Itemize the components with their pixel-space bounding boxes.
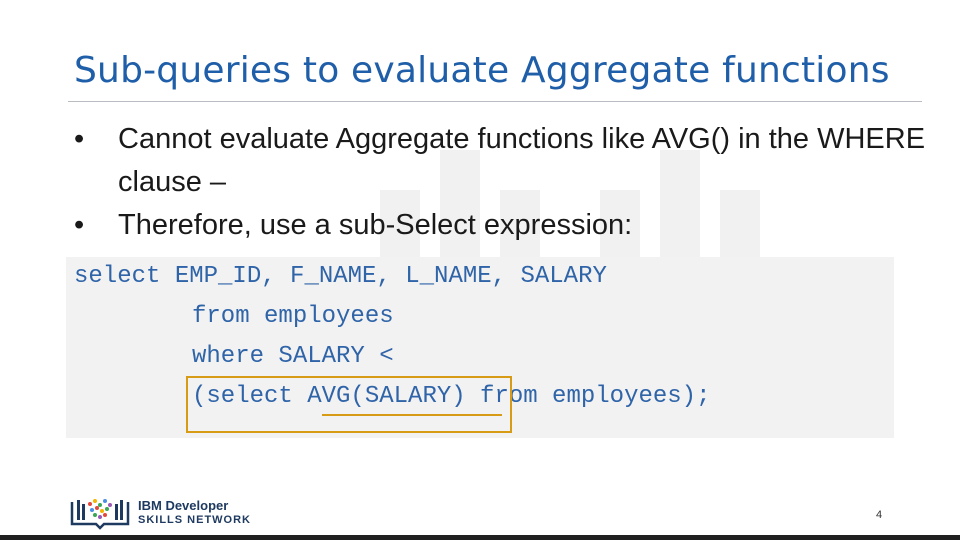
bullet-text: Cannot evaluate Aggregate functions like… (118, 123, 926, 198)
brand-name: IBM Developer (138, 498, 229, 513)
bottom-bar (0, 535, 960, 540)
slide: Sub-queries to evaluate Aggregate functi… (0, 0, 960, 540)
title-divider (68, 101, 922, 102)
bullet-text: Therefore, use a sub-Select expression: (118, 209, 633, 241)
code-line-where: where SALARY < (192, 343, 394, 370)
bullet-item: • Cannot evaluate Aggregate functions li… (74, 118, 934, 204)
bullet-marker: • (74, 123, 85, 155)
slide-title: Sub-queries to evaluate Aggregate functi… (74, 50, 890, 91)
avg-underline (322, 414, 502, 416)
bullet-list: • Cannot evaluate Aggregate functions li… (74, 118, 934, 247)
bullet-item: • Therefore, use a sub-Select expression… (74, 204, 934, 247)
page-number: 4 (876, 509, 883, 521)
subquery-highlight-box (186, 376, 512, 433)
code-line-from: from employees (192, 303, 394, 330)
ibm-skills-network-logo-icon (70, 499, 130, 530)
code-line-select: select EMP_ID, F_NAME, L_NAME, SALARY (74, 263, 607, 290)
brand-subtitle: SKILLS NETWORK (138, 514, 251, 526)
bullet-marker: • (74, 209, 85, 241)
footer-brand: IBM Developer SKILLS NETWORK (138, 498, 251, 528)
